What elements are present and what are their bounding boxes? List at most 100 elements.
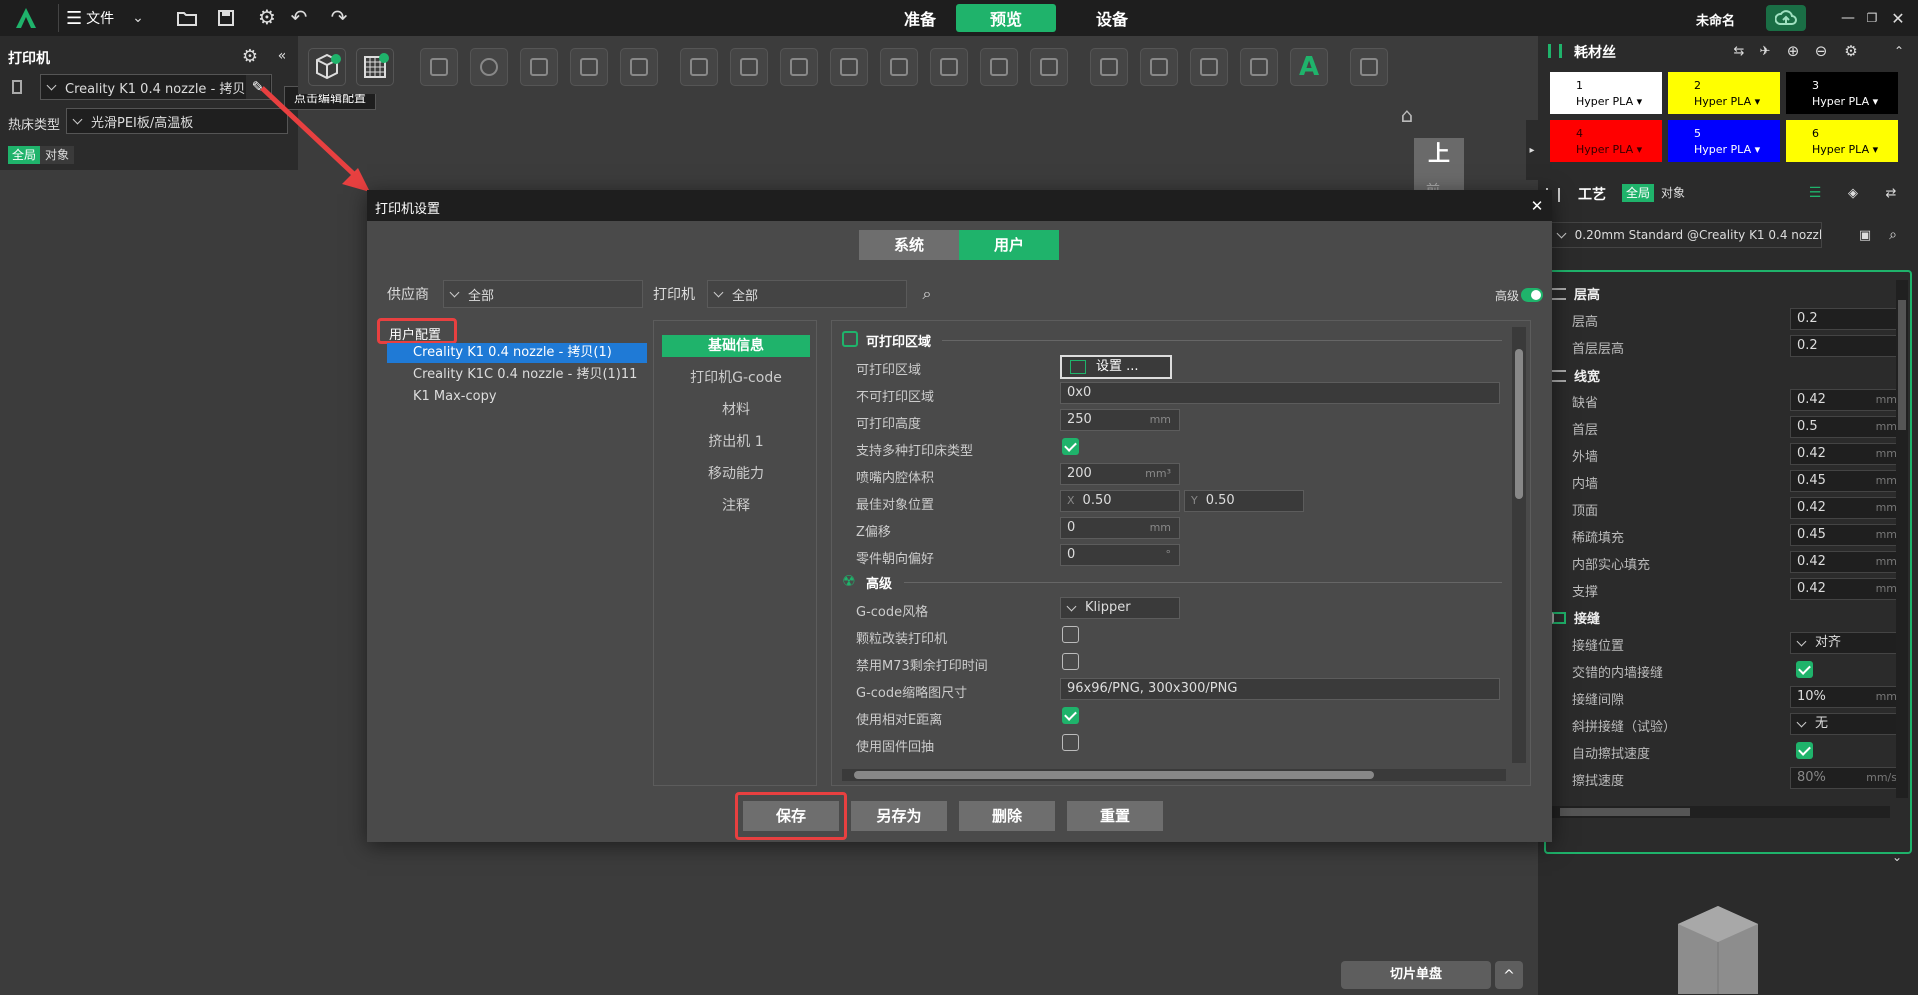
wipe-speed-input[interactable]: 80% mm/s <box>1790 767 1906 789</box>
cloud-upload-icon[interactable] <box>1766 5 1806 31</box>
filament-slot-6[interactable]: 6 Hyper PLA ▾ <box>1786 120 1898 162</box>
tab-device[interactable]: 设备 <box>1062 4 1162 32</box>
app-logo-icon[interactable] <box>14 6 38 30</box>
preset-item[interactable]: Creality K1C 0.4 nozzle - 拷贝(1)11 <box>387 365 647 385</box>
expand-right-panel-icon[interactable]: ▸ <box>1526 120 1538 180</box>
search-icon[interactable]: ⌕ <box>917 284 937 304</box>
width-input[interactable]: 0.42 mm <box>1790 551 1906 573</box>
multi-bed-checkbox[interactable] <box>1062 438 1079 455</box>
nozzle-volume-input[interactable]: 200 mm³ <box>1060 463 1180 485</box>
horizontal-scrollbar[interactable] <box>1550 806 1890 818</box>
menu-basic-info[interactable]: 基础信息 <box>662 335 810 357</box>
menu-material[interactable]: 材料 <box>662 399 810 421</box>
reset-button[interactable]: 重置 <box>1067 801 1163 831</box>
width-input[interactable]: 0.5 mm <box>1790 416 1906 438</box>
cut-icon[interactable] <box>880 48 918 86</box>
menu-extruder-1[interactable]: 挤出机 1 <box>662 431 810 453</box>
width-input[interactable]: 0.42 mm <box>1790 443 1906 465</box>
tab-preview[interactable]: 预览 <box>956 4 1056 32</box>
width-input[interactable]: 0.45 mm <box>1790 470 1906 492</box>
expand-down-icon[interactable]: ⌄ <box>1888 848 1906 866</box>
printable-area-settings-button[interactable]: 设置 ... <box>1060 355 1172 379</box>
filament-slot-1[interactable]: 1 Hyper PLA ▾ <box>1550 72 1662 114</box>
collapse-icon[interactable]: ⌃ <box>1890 42 1908 60</box>
seam-paint-icon[interactable] <box>1090 48 1128 86</box>
content-vertical-scrollbar[interactable] <box>1512 327 1526 763</box>
arrange-icon[interactable] <box>420 48 458 86</box>
relative-e-checkbox[interactable] <box>1062 707 1079 724</box>
orientation-input[interactable]: 0 ° <box>1060 544 1180 566</box>
pellet-printer-checkbox[interactable] <box>1062 626 1079 643</box>
auto-wipe-checkbox[interactable] <box>1796 742 1813 759</box>
text-tool-icon[interactable]: A <box>1290 48 1328 86</box>
tab-user[interactable]: 用户 <box>959 230 1059 260</box>
orient-icon[interactable] <box>470 48 508 86</box>
best-position-x-input[interactable]: X 0.50 <box>1060 490 1180 512</box>
minimize-icon[interactable]: — <box>1838 8 1858 28</box>
preset-item-selected[interactable]: Creality K1 0.4 nozzle - 拷贝(1) <box>387 343 647 363</box>
tab-prepare[interactable]: 准备 <box>870 4 970 32</box>
save-as-button[interactable]: 另存为 <box>851 801 947 831</box>
filament-slot-2[interactable]: 2 Hyper PLA ▾ <box>1668 72 1780 114</box>
settings-gear-icon[interactable]: ⚙ <box>256 5 278 29</box>
search-icon[interactable]: ⌕ <box>1884 226 1902 244</box>
compare-icon[interactable]: ◈ <box>1844 184 1862 202</box>
process-scope-object[interactable]: 对象 <box>1656 184 1690 202</box>
delete-button[interactable]: 删除 <box>959 801 1055 831</box>
staggered-seam-checkbox[interactable] <box>1796 661 1813 678</box>
width-input[interactable]: 0.45 mm <box>1790 524 1906 546</box>
menu-motion-ability[interactable]: 移动能力 <box>662 463 810 485</box>
filament-slot-4[interactable]: 4 Hyper PLA ▾ <box>1550 120 1662 162</box>
face-icon[interactable] <box>1140 48 1178 86</box>
close-window-icon[interactable]: ✕ <box>1888 8 1908 28</box>
menu-printer-gcode[interactable]: 打印机G-code <box>662 367 810 389</box>
thumbnail-size-input[interactable]: 96x96/PNG, 300x300/PNG <box>1060 678 1500 700</box>
slice-options-button[interactable]: ^ <box>1495 961 1523 989</box>
process-preset-select[interactable]: 0.20mm Standard @Creality K1 0.4 nozzle <box>1550 222 1822 248</box>
width-input[interactable]: 0.42 mm <box>1790 389 1906 411</box>
content-horizontal-scrollbar[interactable] <box>842 769 1506 781</box>
width-input[interactable]: 0.42 mm <box>1790 578 1906 600</box>
rotate-icon[interactable] <box>830 48 868 86</box>
layers-icon[interactable] <box>1190 48 1228 86</box>
erase-icon[interactable] <box>620 48 658 86</box>
seam-position-select[interactable]: 对齐 <box>1790 632 1906 654</box>
swap-icon[interactable]: ⇄ <box>1882 184 1900 202</box>
add-circle-icon[interactable]: ⊕ <box>1784 42 1802 60</box>
save-preset-icon[interactable]: ▣ <box>1856 226 1874 244</box>
split-objects-icon[interactable] <box>680 48 718 86</box>
filament-settings-gear-icon[interactable]: ⚙ <box>1842 42 1860 60</box>
filament-slot-5[interactable]: 5 Hyper PLA ▾ <box>1668 120 1780 162</box>
split-parts-icon[interactable] <box>730 48 768 86</box>
spray-icon[interactable]: ✈ <box>1756 42 1774 60</box>
process-scope-global[interactable]: 全局 <box>1622 184 1654 202</box>
vendor-select[interactable]: 全部 <box>443 280 643 308</box>
gcode-flavor-select[interactable]: Klipper <box>1060 597 1180 619</box>
preset-item[interactable]: K1 Max-copy <box>387 387 647 407</box>
printer-settings-gear-icon[interactable]: ⚙ <box>240 46 260 67</box>
restore-icon[interactable]: ❐ <box>1862 8 1882 28</box>
disable-m73-checkbox[interactable] <box>1062 653 1079 670</box>
scope-tab-global[interactable]: 全局 <box>8 146 40 164</box>
first-layer-height-input[interactable]: 0.2 <box>1790 335 1906 357</box>
home-view-icon[interactable]: ⌂ <box>1396 103 1418 127</box>
close-dialog-icon[interactable]: ✕ <box>1527 196 1547 216</box>
boolean-icon[interactable] <box>980 48 1018 86</box>
excluded-area-input[interactable]: 0x0 <box>1060 382 1500 404</box>
sync-icon[interactable]: ⇆ <box>1730 42 1748 60</box>
seam-gap-input[interactable]: 10% mm <box>1790 686 1906 708</box>
tab-system[interactable]: 系统 <box>859 230 959 260</box>
remove-circle-icon[interactable]: ⊖ <box>1812 42 1830 60</box>
file-menu-button[interactable]: ☰ 文件 <box>66 8 114 29</box>
collapse-panel-icon[interactable]: « <box>272 46 292 66</box>
measure-icon[interactable] <box>1030 48 1068 86</box>
layer-height-input[interactable]: 0.2 <box>1790 308 1906 330</box>
undo-icon[interactable]: ↶ <box>288 5 310 29</box>
scope-tab-object[interactable]: 对象 <box>40 146 74 164</box>
open-folder-icon[interactable] <box>176 8 198 28</box>
printable-height-input[interactable]: 250 mm <box>1060 409 1180 431</box>
vertical-scrollbar[interactable] <box>1896 280 1908 798</box>
filament-slot-3[interactable]: 3 Hyper PLA ▾ <box>1786 72 1898 114</box>
assembly-icon[interactable] <box>1350 48 1388 86</box>
scale-icon[interactable] <box>780 48 818 86</box>
